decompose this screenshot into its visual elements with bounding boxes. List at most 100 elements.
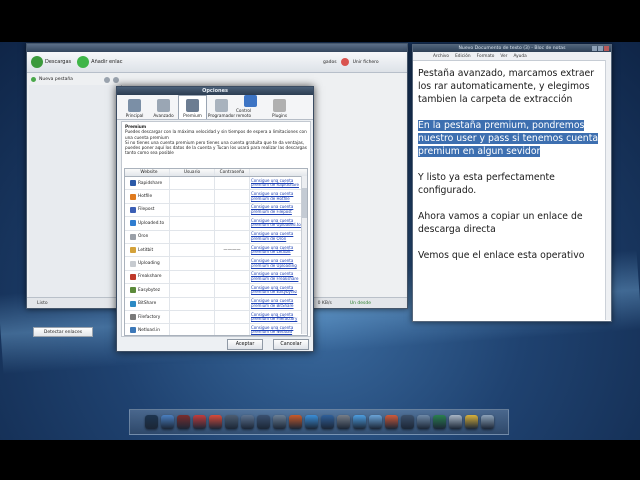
password-cell[interactable] [215,310,250,324]
get-premium-link[interactable]: Consigue una cuenta premium de BitShare [250,298,307,308]
get-premium-link[interactable]: Consigue una cuenta premium de Uploaded.… [250,218,307,228]
detect-links-button[interactable]: Detectar enlaces [33,327,93,337]
username-cell[interactable] [170,324,215,335]
password-cell[interactable] [215,270,250,284]
skype-dock-icon[interactable] [368,415,382,429]
add-links-button[interactable]: Añadir enlac [77,56,122,68]
get-premium-link[interactable]: Consigue una cuenta premium de Freakshar… [250,271,307,281]
username-cell[interactable] [170,284,215,297]
password-cell[interactable] [215,177,250,190]
clipboard-status[interactable]: Un desde [350,301,371,306]
join-files-button[interactable]: Unir fichero [353,60,379,65]
get-premium-link[interactable]: Consigue una cuenta premium de Filefacto… [250,312,307,322]
maximize-icon[interactable] [598,46,603,51]
photos-dock-icon[interactable] [384,415,398,429]
table-row[interactable]: Hotfile Consigue una cuenta premium de Ho… [125,190,307,204]
toolbar-mid-label[interactable]: gados [323,60,337,65]
table-row[interactable]: Rapidshare Consigue una cuenta premium de… [125,177,307,191]
folder-dock-icon[interactable] [224,415,238,429]
menu-formato[interactable]: Formato [477,54,495,59]
menu-edicion[interactable]: Edición [455,54,471,59]
username-cell[interactable] [170,203,215,217]
table-row[interactable]: Oron Consigue una cuenta premium de Oron [125,230,307,244]
menu-archivo[interactable]: Archivo [433,54,449,59]
table-row[interactable]: Uploaded.to Consigue una cuenta premium d… [125,217,307,231]
username-cell[interactable] [170,257,215,270]
column-website[interactable]: Website [129,169,170,176]
password-cell[interactable]: ———— [215,243,250,257]
table-row[interactable]: BitShare Consigue una cuenta premium de B… [125,297,307,311]
get-premium-link[interactable]: Consigue una cuenta premium de Filepost [250,205,307,214]
password-cell[interactable] [215,284,250,297]
menu-ayuda[interactable]: Ayuda [513,54,526,59]
terminal-dock-icon[interactable] [400,415,414,429]
get-premium-link[interactable]: Consigue una cuenta premium de Letitbit [250,245,307,255]
game-dock-icon[interactable] [256,415,270,429]
username-cell[interactable] [170,310,215,324]
username-cell[interactable] [170,177,215,190]
table-row[interactable]: Freakshare Consigue una cuenta premium de… [125,270,307,285]
network-dock-icon[interactable] [320,415,334,429]
firefox-dock-icon[interactable] [288,415,302,429]
username-cell[interactable] [170,230,215,243]
nav-stop-icon[interactable] [112,76,119,83]
minimize-icon[interactable] [592,46,597,51]
username-cell[interactable] [170,297,215,310]
get-premium-link[interactable]: Consigue una cuenta premium de Hotfile [250,191,307,201]
close-icon[interactable] [604,46,609,51]
tab-programador[interactable]: Programador [207,95,236,119]
tab-principal[interactable]: Principal [120,95,149,119]
username-cell[interactable] [170,243,215,257]
red-app-dock-icon[interactable] [192,415,206,429]
tool-dock-icon[interactable] [336,415,350,429]
column-contrasena[interactable]: Contraseña [215,169,250,176]
table-row[interactable]: Netload.in Consigue una cuenta premium de… [125,324,307,335]
password-cell[interactable] [215,297,250,310]
table-row[interactable]: Filefactory Consigue una cuenta premium d… [125,310,307,325]
downloads-button[interactable]: Descargas [31,56,71,68]
store-dock-icon[interactable] [448,415,462,429]
username-cell[interactable] [170,190,215,203]
tab-premium[interactable]: Premium [178,95,207,119]
get-premium-link[interactable]: Consigue una cuenta premium de Easybytez [250,285,307,295]
get-premium-link[interactable]: Consigue una cuenta premium de Netload [250,325,307,335]
settings-dock-icon[interactable] [272,415,286,429]
menu-ver[interactable]: Ver [500,54,507,59]
messenger-dock-icon[interactable] [352,415,366,429]
cancel-button[interactable]: Cancelar [273,339,309,350]
tab-avanzado[interactable]: Avanzado [149,95,178,119]
password-cell[interactable] [215,203,250,217]
trash-dock-icon[interactable] [480,415,494,429]
accounts-scrollbar[interactable] [301,176,307,334]
chrome-dock-icon[interactable] [304,415,318,429]
media-dock-icon[interactable] [208,415,222,429]
tab-control-remoto[interactable]: Control remoto [236,95,265,119]
table-row[interactable]: Easybytez Consigue una cuenta premium de … [125,284,307,298]
password-cell[interactable] [215,257,250,270]
password-cell[interactable] [215,190,250,203]
notepad-scrollbar[interactable] [605,60,611,320]
new-tab-button[interactable]: Nueva pestaña [39,77,73,82]
get-premium-link[interactable]: Consigue una cuenta premium de Rapidshar… [250,178,307,188]
table-row[interactable]: Uploading Consigue una cuenta premium de … [125,257,307,271]
finder-dock-icon[interactable] [144,415,158,429]
password-cell[interactable] [215,230,250,243]
lock-dock-icon[interactable] [464,415,478,429]
column-usuario[interactable]: Usuario [170,169,215,176]
get-premium-link[interactable]: Consigue una cuenta premium de Uploading [250,258,307,268]
nav-back-icon[interactable] [103,76,110,83]
table-row[interactable]: Filepost Consigue una cuenta premium de F… [125,203,307,218]
password-cell[interactable] [215,217,250,230]
calendar-dock-icon[interactable] [160,415,174,429]
table-row[interactable]: Letitbit ———— Consigue una cuenta premium … [125,243,307,258]
username-cell[interactable] [170,217,215,230]
system-dock-icon[interactable] [416,415,430,429]
tab-plugins[interactable]: Plugins [265,95,294,119]
folder2-dock-icon[interactable] [240,415,254,429]
utility-dock-icon[interactable] [432,415,446,429]
app-dock-icon-3[interactable] [176,415,190,429]
get-premium-link[interactable]: Consigue una cuenta premium de Oron [250,231,307,241]
accept-button[interactable]: Aceptar [227,339,263,350]
username-cell[interactable] [170,270,215,284]
accounts-scroll-thumb[interactable] [302,188,307,218]
